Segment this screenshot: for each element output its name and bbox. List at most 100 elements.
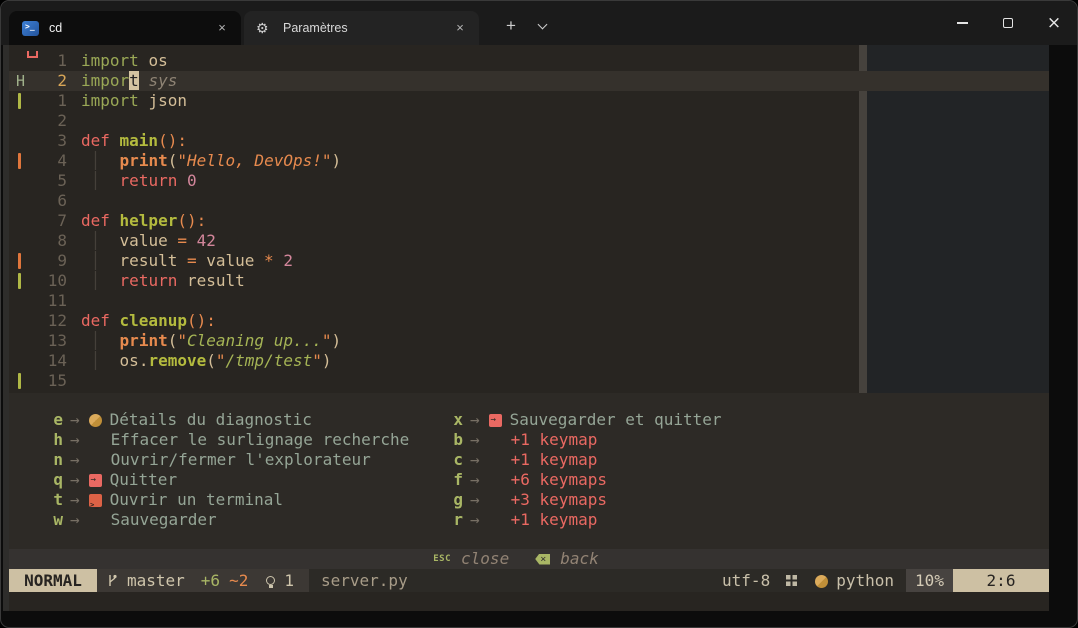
keybinding-label: +3 keymaps	[511, 490, 607, 510]
keybinding-key: w	[45, 510, 63, 530]
no-icon	[89, 513, 103, 527]
statusline-main-segment: server.py utf-8 python	[309, 569, 906, 592]
window-separator[interactable]	[859, 45, 867, 393]
hint-count: 1	[284, 571, 294, 591]
close-hint-label: close	[461, 549, 509, 569]
keybinding-item: q→Quitter	[45, 470, 409, 490]
no-icon	[489, 453, 503, 467]
code-line: H2import sys	[9, 71, 859, 91]
code-text: def main():	[81, 131, 187, 151]
keybinding-key: x	[445, 410, 463, 430]
tab-dropdown-button[interactable]	[528, 13, 556, 41]
keybinding-key: t	[45, 490, 63, 510]
terminal-screen[interactable]: 1import osH2import sys1import json23def …	[9, 45, 1049, 611]
empty-editor-pane[interactable]	[867, 45, 1049, 393]
title-bar[interactable]: cd × Paramètres × +	[1, 1, 1077, 45]
code-line: 3 def main():	[9, 131, 859, 151]
keybinding-item: b→+1 keymap	[445, 430, 722, 450]
keybinding-key: g	[445, 490, 463, 510]
keybinding-item: r→+1 keymap	[445, 510, 722, 530]
line-number: 7	[17, 211, 67, 231]
code-text: │ value = 42	[81, 231, 216, 251]
file-name: server.py	[321, 571, 408, 591]
code-text: def cleanup():	[81, 311, 216, 331]
line-number: 3	[17, 131, 67, 151]
code-line: 10 │ return result	[9, 271, 859, 291]
line-number: 6	[17, 191, 67, 211]
no-icon	[489, 473, 503, 487]
line-number: 12	[17, 311, 67, 331]
code-line: 1 import json	[9, 91, 859, 111]
code-line: 7def helper():	[9, 211, 859, 231]
code-line: 5 │ return 0	[9, 171, 859, 191]
tab-close-icon[interactable]: ×	[213, 19, 231, 37]
maximize-icon	[1003, 18, 1013, 28]
arrow-icon: →	[470, 410, 480, 430]
minimize-button[interactable]	[939, 1, 985, 45]
line-number: 8	[17, 231, 67, 251]
arrow-icon: →	[70, 430, 80, 450]
keybinding-label: Sauvegarder et quitter	[510, 410, 722, 430]
keybinding-item: n→Ouvrir/fermer l'explorateur	[45, 450, 409, 470]
code-line: 13 │ print("Cleaning up...")	[9, 331, 859, 351]
space-key-icon	[27, 51, 38, 58]
maximize-button[interactable]	[985, 1, 1031, 45]
line-number: 1	[17, 91, 67, 111]
arrow-icon: →	[70, 510, 80, 530]
tab-settings[interactable]: Paramètres ×	[244, 11, 479, 45]
keybinding-label: Sauvegarder	[111, 510, 217, 530]
arrow-icon: →	[470, 470, 480, 490]
code-text: import json	[81, 91, 187, 111]
code-line: 15	[9, 371, 859, 391]
keybinding-item: g → +3 keymaps	[445, 490, 722, 510]
code-text: import os	[81, 51, 168, 71]
git-modified-count: ~2	[229, 571, 248, 591]
tab-label: Paramètres	[283, 21, 348, 35]
keybinding-item: t→Ouvrir un terminal	[45, 490, 409, 510]
keybinding-item: e→Détails du diagnostic	[45, 410, 409, 430]
keybinding-key: f	[445, 470, 463, 490]
tab-cd[interactable]: cd ×	[9, 11, 241, 45]
new-tab-button[interactable]: +	[497, 13, 525, 41]
close-icon	[1047, 13, 1061, 33]
line-number: 1	[17, 51, 67, 71]
code-line: 9 │ result = value * 2	[9, 251, 859, 271]
line-number: 9	[17, 251, 67, 271]
code-line: 4 │ print("Hello, DevOps!")	[9, 151, 859, 171]
keybinding-item: x → Sauvegarder et quitter	[445, 410, 722, 430]
keybinding-item: f → +6 keymaps	[445, 470, 722, 490]
keybinding-item: c→+1 keymap	[445, 450, 722, 470]
keybinding-label: Effacer le surlignage recherche	[111, 430, 410, 450]
line-number: 14	[17, 351, 67, 371]
which-key-footer: esc close back	[9, 549, 1049, 569]
tab-label: cd	[49, 21, 62, 35]
keybinding-item: w → Sauvegarder	[45, 510, 409, 530]
lightbulb-icon	[266, 576, 275, 585]
tab-close-icon[interactable]: ×	[451, 19, 469, 37]
code-text: import sys	[81, 71, 177, 91]
code-line: 6	[9, 191, 859, 211]
terminal-window: cd × Paramètres × + 1import osH2import s…	[0, 0, 1078, 628]
no-icon	[489, 493, 503, 507]
line-number: 2	[17, 71, 67, 91]
close-button[interactable]	[1031, 1, 1077, 45]
language-label: python	[836, 571, 894, 591]
python-icon	[815, 575, 828, 588]
minimize-icon	[957, 22, 968, 24]
code-text: │ os.remove("/tmp/test")	[81, 351, 332, 371]
keybinding-label: +1 keymap	[511, 430, 598, 450]
keybinding-key: n	[45, 450, 63, 470]
cursor-position: 2:6	[953, 569, 1049, 592]
code-text: │ print("Cleaning up...")	[81, 331, 341, 351]
keybinding-item: h→Effacer le surlignage recherche	[45, 430, 409, 450]
exit-icon	[489, 414, 502, 427]
gear-icon	[256, 21, 273, 36]
line-number: 11	[17, 291, 67, 311]
arrow-icon: →	[470, 490, 480, 510]
line-number: 10	[17, 271, 67, 291]
which-key-popup: e→Détails du diagnostich→Effacer le surl…	[9, 393, 1049, 549]
code-line: 12 def cleanup():	[9, 311, 859, 331]
keybinding-label: +6 keymaps	[511, 470, 607, 490]
code-line: 2	[9, 111, 859, 131]
line-number: 2	[17, 111, 67, 131]
